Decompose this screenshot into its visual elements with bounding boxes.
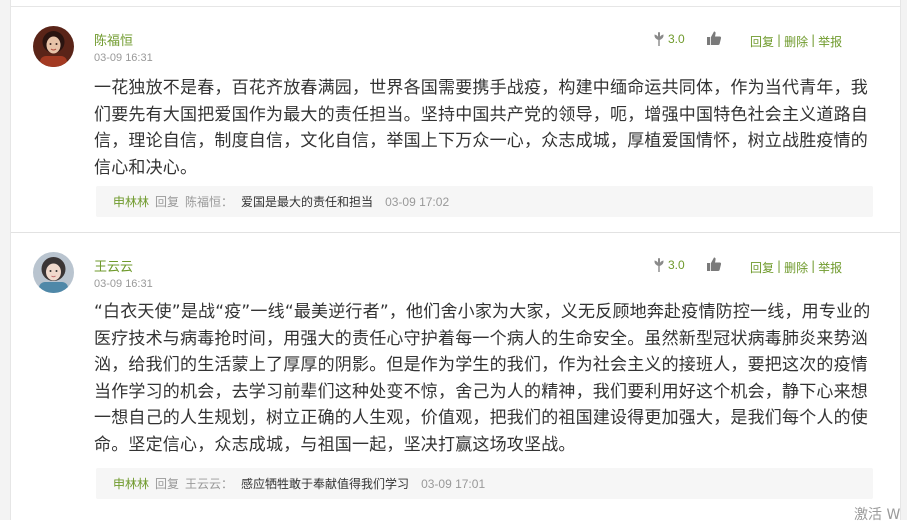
like-count[interactable]: 3.0 <box>652 32 685 46</box>
separator: | <box>811 259 816 273</box>
comment-actions: 回复 | 删除 | 举报 <box>750 259 842 276</box>
avatar[interactable] <box>33 252 74 293</box>
comment-actions: 回复 | 删除 | 举报 <box>750 33 842 50</box>
timestamp: 03-09 16:31 <box>94 278 153 290</box>
comment-body: 一花独放不是春，百花齐放春满园，世界各国需要携手战疫，构建中缅命运共同体，作为当… <box>94 78 868 178</box>
comment-item: 王云云 03-09 16:31 3.0 回复 | 删除 | 举报 “白衣天使”是… <box>11 234 900 520</box>
delete-link[interactable]: 删除 <box>784 33 808 50</box>
reply-link[interactable]: 回复 <box>750 33 774 50</box>
like-count[interactable]: 3.0 <box>652 258 685 272</box>
activation-watermark: 激活 W <box>854 507 901 523</box>
reply-target[interactable]: 陈福恒： <box>185 193 233 210</box>
reply-timestamp: 03-09 17:01 <box>421 476 486 491</box>
avatar[interactable] <box>33 26 74 67</box>
report-link[interactable]: 举报 <box>818 33 842 50</box>
reply-author[interactable]: 申林林 <box>113 193 149 210</box>
reply-verb: 回复 <box>155 477 180 491</box>
separator: | <box>811 33 816 47</box>
right-frame <box>900 0 907 520</box>
timestamp: 03-09 16:31 <box>94 52 153 64</box>
like-value: 3.0 <box>668 258 685 272</box>
username[interactable]: 王云云 <box>94 256 133 275</box>
thumbs-up-icon[interactable] <box>706 30 722 46</box>
comment-body: “白衣天使”是战“疫”一线“最美逆行者”，他们舍小家为大家，义无反顾地奔赴疫情防… <box>94 302 871 455</box>
reply-link[interactable]: 回复 <box>750 259 774 276</box>
report-link[interactable]: 举报 <box>818 259 842 276</box>
like-value: 3.0 <box>668 32 685 46</box>
separator: | <box>777 259 782 273</box>
delete-link[interactable]: 删除 <box>784 259 808 276</box>
reply-timestamp: 03-09 17:02 <box>385 194 450 209</box>
comment-item: 陈福恒 03-09 16:31 3.0 回复 | 删除 | 举报 一花独放不是春… <box>11 8 900 233</box>
reply-author[interactable]: 申林林 <box>113 475 149 492</box>
flower-icon <box>654 32 664 46</box>
username[interactable]: 陈福恒 <box>94 30 133 49</box>
separator: | <box>777 33 782 47</box>
reply-verb: 回复 <box>155 195 180 209</box>
reply-item: 申林林 回复 王云云： 感应牺牲敢于奉献值得我们学习 03-09 17:01 <box>96 468 873 499</box>
left-frame <box>0 0 11 520</box>
reply-target[interactable]: 王云云： <box>185 475 233 492</box>
reply-text: 爱国是最大的责任和担当 <box>241 195 374 209</box>
flower-icon <box>654 258 664 272</box>
reply-item: 申林林 回复 陈福恒： 爱国是最大的责任和担当 03-09 17:02 <box>96 186 873 217</box>
reply-text: 感应牺牲敢于奉献值得我们学习 <box>241 477 410 491</box>
thumbs-up-icon[interactable] <box>706 256 722 272</box>
top-divider <box>11 6 900 7</box>
